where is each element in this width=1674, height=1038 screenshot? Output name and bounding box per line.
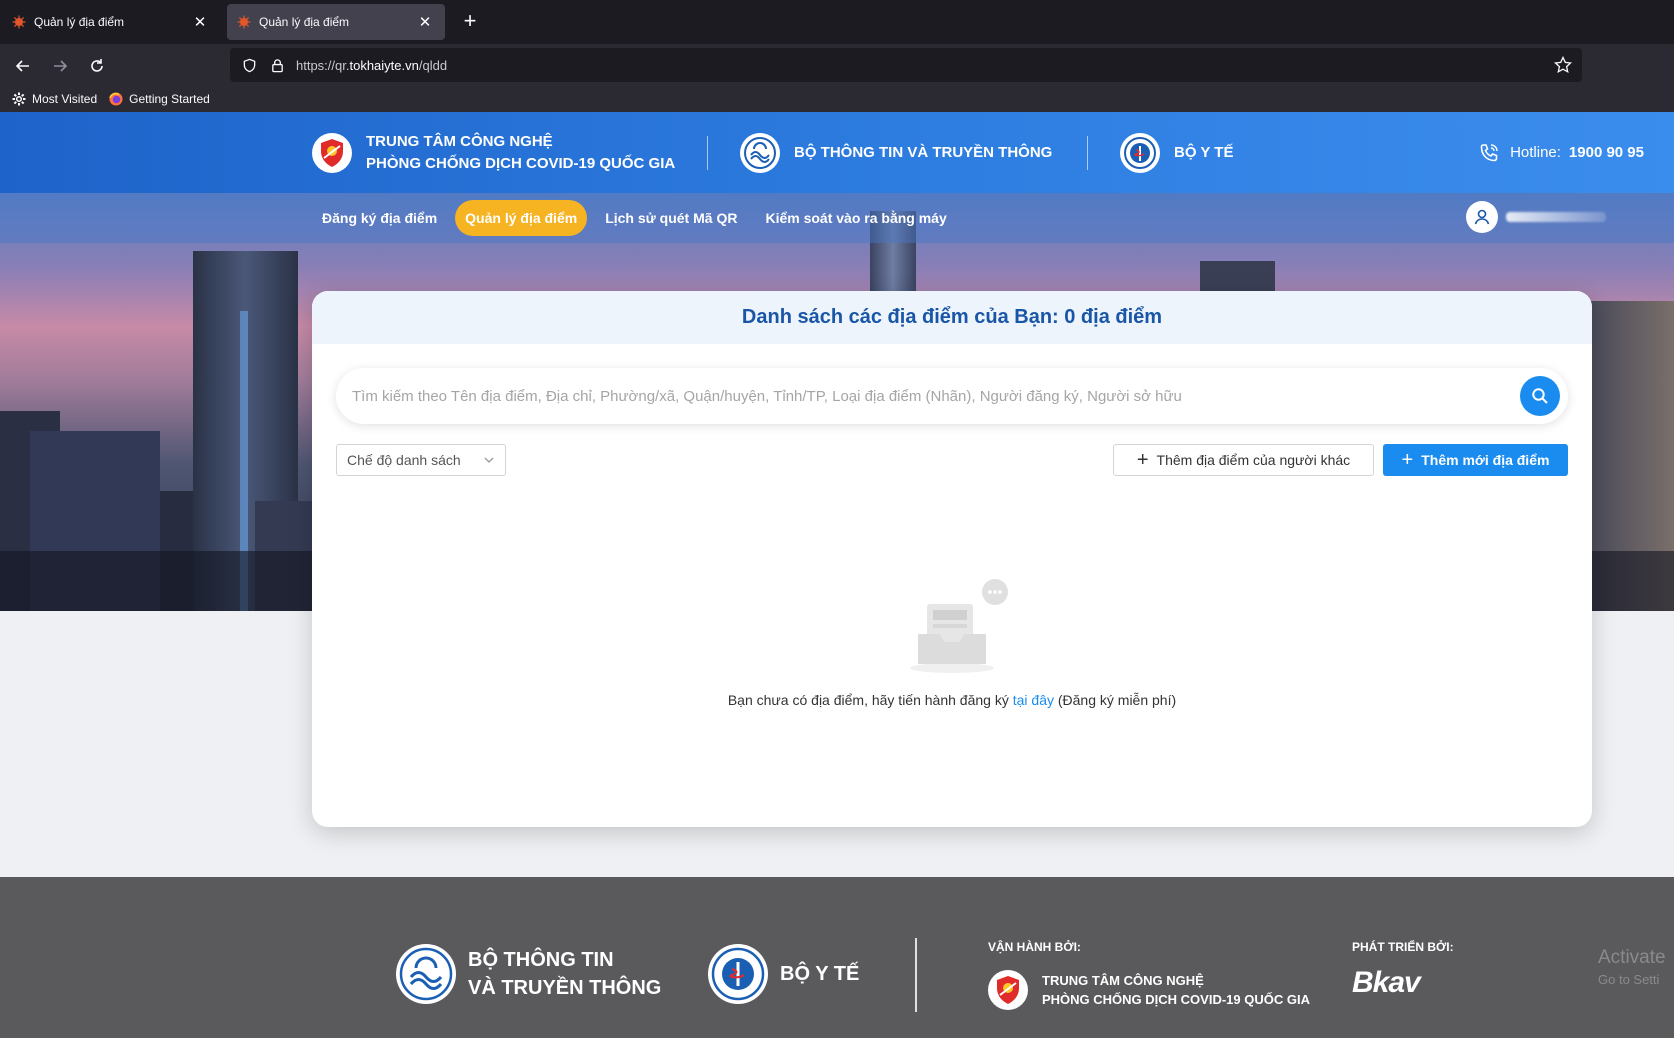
add-new-location-button[interactable]: + Thêm mới địa điểm <box>1383 444 1568 476</box>
tab-title: Quản lý địa điểm <box>34 15 125 29</box>
url-text: https://qr.tokhaiyte.vn/qldd <box>296 57 448 73</box>
star-icon[interactable] <box>1554 56 1572 74</box>
user-menu[interactable] <box>1466 201 1606 233</box>
forward-icon[interactable] <box>47 53 73 79</box>
add-new-location-label: Thêm mới địa điểm <box>1421 452 1550 468</box>
hotline-number: 1900 90 95 <box>1568 144 1644 161</box>
bookmark-label: Getting Started <box>129 92 210 106</box>
mic-logo-icon <box>396 944 456 1004</box>
empty-message-suffix: (Đăng ký miễn phí) <box>1053 692 1177 708</box>
footer-mic-line2: VÀ TRUYỀN THÔNG <box>468 977 662 999</box>
virus-favicon-icon <box>12 15 26 29</box>
header-brand-moh-text: BỘ Y TẾ <box>1174 143 1234 161</box>
gear-icon <box>12 92 26 106</box>
header-brand-moh[interactable]: BỘ Y TẾ <box>1120 112 1233 193</box>
hotline[interactable]: Hotline: 1900 90 95 <box>1478 112 1644 193</box>
add-others-location-button[interactable]: + Thêm địa điểm của người khác <box>1113 444 1374 476</box>
browser-tab-bar: Quản lý địa điểm ✕ Quản lý địa điểm ✕ + <box>0 0 1674 44</box>
covid-center-logo-icon <box>988 970 1028 1010</box>
browser-tab-1[interactable]: Quản lý địa điểm ✕ <box>2 4 220 40</box>
user-avatar[interactable] <box>1466 201 1498 233</box>
empty-message-text: Bạn chưa có địa điểm, hãy tiến hành đăng… <box>727 692 1013 708</box>
chevron-down-icon <box>484 457 494 463</box>
menu-item-machine-access-control[interactable]: Kiểm soát vào ra bằng máy <box>755 200 956 236</box>
footer-divider <box>915 938 917 1012</box>
lock-icon[interactable] <box>268 56 286 74</box>
header-divider <box>707 136 708 170</box>
footer-moh-text: BỘ Y TẾ <box>780 963 860 985</box>
bookmarks-bar: Most Visited Getting Started <box>0 86 1674 112</box>
menu-item-manage-location[interactable]: Quản lý địa điểm <box>455 200 588 236</box>
windows-activation-watermark: Activate Go to Setti <box>1598 947 1666 991</box>
hotline-label: Hotline: <box>1510 144 1561 161</box>
plus-icon: + <box>1401 449 1414 471</box>
phone-icon <box>1480 143 1498 161</box>
activate-line2: Go to Setti <box>1598 972 1660 987</box>
virus-favicon-icon <box>237 15 251 29</box>
back-icon[interactable] <box>10 53 36 79</box>
bkav-logo[interactable]: Bkav <box>1352 966 1421 1000</box>
header-brand-line1: TRUNG TÂM CÔNG NGHỆ <box>366 132 553 150</box>
list-mode-value: Chế độ danh sách <box>347 452 461 468</box>
menu-item-qr-history[interactable]: Lịch sử quét Mã QR <box>595 200 747 236</box>
search-icon <box>1532 388 1548 404</box>
plus-icon: + <box>1136 449 1149 471</box>
search-box <box>336 368 1568 424</box>
main-menu: Đăng ký địa điểm Quản lý địa điểm Lịch s… <box>312 200 965 236</box>
moh-logo-icon <box>708 944 768 1004</box>
user-name-redacted <box>1506 212 1606 222</box>
add-others-location-label: Thêm địa điểm của người khác <box>1156 452 1351 468</box>
empty-state-message: Bạn chưa có địa điểm, hãy tiến hành đăng… <box>312 692 1592 708</box>
card-header: Danh sách các địa điểm của Bạn: 0 địa đi… <box>312 291 1592 344</box>
locations-card: Danh sách các địa điểm của Bạn: 0 địa đi… <box>312 291 1592 827</box>
card-title: Danh sách các địa điểm của Bạn: 0 địa đi… <box>741 306 1163 328</box>
footer-mic-line1: BỘ THÔNG TIN <box>468 949 614 971</box>
firefox-icon <box>109 92 123 106</box>
developed-by-label: PHÁT TRIỂN BỞI: <box>1352 940 1454 954</box>
moh-logo-icon <box>1120 132 1160 173</box>
footer-operator-line1: TRUNG TÂM CÔNG NGHỆ <box>1042 973 1204 988</box>
covid-center-logo-icon <box>312 132 352 173</box>
user-icon <box>1474 209 1490 225</box>
list-mode-select[interactable]: Chế độ danh sách <box>336 444 506 476</box>
browser-nav-bar: https://qr.tokhaiyte.vn/qldd <box>0 44 1674 86</box>
header-brand-mic[interactable]: BỘ THÔNG TIN VÀ TRUYỀN THÔNG <box>740 112 1052 193</box>
footer-brand-moh[interactable]: BỘ Y TẾ <box>708 944 859 1004</box>
operated-by-label: VẬN HÀNH BỞI: <box>988 940 1081 954</box>
site-footer: BỘ THÔNG TIN VÀ TRUYỀN THÔNG BỘ Y TẾ VẬN… <box>0 877 1674 1038</box>
empty-inbox-icon <box>910 579 1008 673</box>
register-here-link[interactable]: tại đây <box>1013 692 1054 708</box>
bookmark-getting-started[interactable]: Getting Started <box>109 92 210 106</box>
footer-operator[interactable]: TRUNG TÂM CÔNG NGHỆ PHÒNG CHỐNG DỊCH COV… <box>988 970 1310 1010</box>
site-header: TRUNG TÂM CÔNG NGHỆ PHÒNG CHỐNG DỊCH COV… <box>0 112 1674 193</box>
close-icon[interactable]: ✕ <box>190 12 210 32</box>
header-brand-mic-text: BỘ THÔNG TIN VÀ TRUYỀN THÔNG <box>794 143 1053 161</box>
reload-icon[interactable] <box>84 53 110 79</box>
header-brand-line2: PHÒNG CHỐNG DỊCH COVID-19 QUỐC GIA <box>366 154 676 172</box>
header-divider <box>1087 136 1088 170</box>
shield-icon[interactable] <box>240 56 258 74</box>
bookmark-most-visited[interactable]: Most Visited <box>12 92 97 106</box>
footer-brand-mic[interactable]: BỘ THÔNG TIN VÀ TRUYỀN THÔNG <box>396 944 661 1004</box>
header-brand-covid-center[interactable]: TRUNG TÂM CÔNG NGHỆ PHÒNG CHỐNG DỊCH COV… <box>312 112 675 193</box>
footer-operator-line2: PHÒNG CHỐNG DỊCH COVID-19 QUỐC GIA <box>1042 992 1310 1007</box>
close-icon[interactable]: ✕ <box>415 12 435 32</box>
search-input[interactable] <box>352 387 1520 405</box>
browser-tab-2[interactable]: Quản lý địa điểm ✕ <box>227 4 445 40</box>
bookmark-label: Most Visited <box>32 92 98 106</box>
url-bar[interactable]: https://qr.tokhaiyte.vn/qldd <box>230 48 1582 82</box>
search-button[interactable] <box>1520 376 1560 416</box>
menu-item-register-location[interactable]: Đăng ký địa điểm <box>312 200 447 236</box>
mic-logo-icon <box>740 132 780 173</box>
activate-line1: Activate <box>1598 947 1666 968</box>
new-tab-plus-icon[interactable]: + <box>458 10 482 34</box>
tab-title: Quản lý địa điểm <box>259 15 350 29</box>
